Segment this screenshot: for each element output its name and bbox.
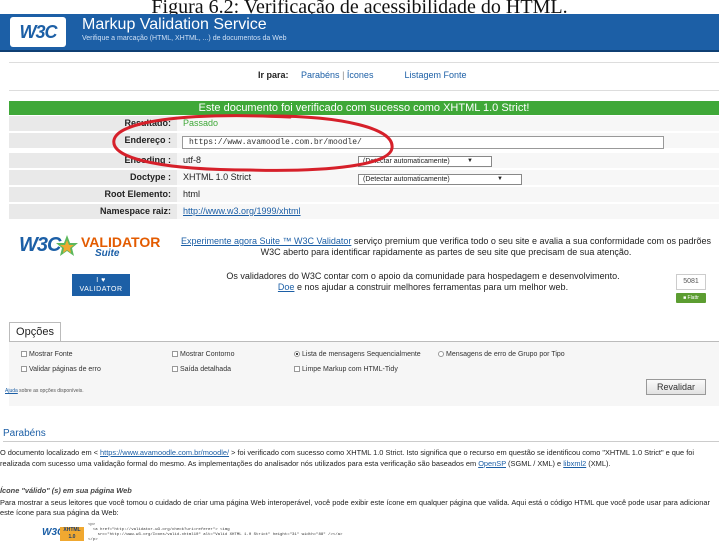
row-namespace: Namespace raiz: http://www.w3.org/1999/x… <box>9 204 719 220</box>
document-url-link[interactable]: https://www.avamoodle.com.br/moodle/ <box>100 448 229 457</box>
checkbox[interactable] <box>294 366 300 372</box>
libxml2-link[interactable]: libxml2 <box>563 459 586 468</box>
parabens-heading: Parabéns <box>3 428 46 439</box>
jump-nav: Ir para: Parabéns | Ícones Listagem Font… <box>258 70 467 80</box>
encoding-label: Encoding : <box>9 153 177 168</box>
resultado-label: Resultado: <box>9 116 177 131</box>
badge-code-snippet[interactable]: <p> <a href="http://validator.w3.org/che… <box>88 523 342 543</box>
jump-link-listagem-fonte[interactable]: Listagem Fonte <box>404 70 466 80</box>
page-title: Markup Validation Service <box>82 16 267 33</box>
suite-link[interactable]: Experimente agora Suite ™ W3C Validator <box>181 236 351 246</box>
i-love-validator-badge[interactable]: I ♥ VALIDATOR <box>72 274 130 296</box>
divider <box>3 441 719 442</box>
namespace-link[interactable]: http://www.w3.org/1999/xhtml <box>177 204 719 219</box>
suite-promo-text: Experimente agora Suite ™ W3C Validator … <box>180 236 712 257</box>
divider <box>9 90 719 91</box>
doctype-label: Doctype : <box>9 170 177 185</box>
radio-selected[interactable] <box>294 351 300 357</box>
divider <box>9 62 719 63</box>
valid-icon-heading: Ícone "válido" (s) em sua página Web <box>0 486 132 495</box>
options-panel: Mostrar Fonte Mostrar Contorno Lista de … <box>9 342 719 406</box>
address-field[interactable]: https://www.avamoodle.com.br/moodle/ <box>182 136 664 149</box>
donate-link[interactable]: Doe <box>278 282 295 292</box>
dropdown-arrow-icon: ▼ <box>497 176 503 182</box>
checkbox[interactable] <box>172 366 178 372</box>
option-mostrar-fonte[interactable]: Mostrar Fonte <box>21 351 73 358</box>
checkbox[interactable] <box>21 366 27 372</box>
option-saida-detalhada[interactable]: Saída detalhada <box>172 366 231 373</box>
suite-suite-text: Suite <box>95 248 120 259</box>
success-banner: Este documento foi verificado com sucess… <box>9 101 719 115</box>
encoding-select[interactable]: (Detectar automaticamente) ▼ <box>358 156 492 167</box>
namespace-label: Namespace raiz: <box>9 204 177 219</box>
jump-link-parabens[interactable]: Parabéns <box>301 70 340 80</box>
doctype-select[interactable]: (Detectar automaticamente) ▼ <box>358 174 522 185</box>
valid-xhtml-badge[interactable]: W3C XHTML 1.0 <box>42 527 84 541</box>
option-validar-paginas-erro[interactable]: Validar páginas de erro <box>21 366 101 373</box>
jump-link-icones[interactable]: Ícones <box>347 70 374 80</box>
option-grupo-tipo[interactable]: Mensagens de erro de Grupo por Tipo <box>438 351 565 358</box>
root-element-value: html <box>177 187 719 202</box>
page-header: W3C Markup Validation Service Verifique … <box>0 14 719 52</box>
donate-text: Os validadores do W3C contar com o apoio… <box>226 271 620 292</box>
options-heading[interactable]: Opções <box>9 322 61 342</box>
checkbox[interactable] <box>21 351 27 357</box>
options-help: Ajuda sobre as opções disponíveis. <box>5 388 84 394</box>
checkbox[interactable] <box>172 351 178 357</box>
option-mostrar-contorno[interactable]: Mostrar Contorno <box>172 351 234 358</box>
flattr-button[interactable]: ■ Flattr <box>676 293 706 303</box>
endereco-label: Endereço : <box>9 133 177 148</box>
help-link[interactable]: Ajuda <box>5 388 18 394</box>
option-limpe-markup[interactable]: Limpe Markup com HTML-Tidy <box>294 366 398 373</box>
page-subtitle: Verifique a marcação (HTML, XHTML, ...) … <box>82 35 287 42</box>
parabens-paragraph: O documento localizado em < https://www.… <box>0 448 694 468</box>
dropdown-arrow-icon: ▼ <box>467 158 473 164</box>
opensp-link[interactable]: OpenSP <box>478 459 506 468</box>
valid-icon-text: Para mostrar a seus leitores que você to… <box>0 498 710 517</box>
option-lista-sequencial[interactable]: Lista de mensagens Sequencialmente <box>294 351 421 358</box>
row-resultado: Resultado: Passado <box>9 116 719 132</box>
jump-nav-label: Ir para: <box>258 70 289 80</box>
suite-star-icon <box>56 235 78 256</box>
w3c-logo[interactable]: W3C <box>10 17 66 47</box>
revalidar-button[interactable]: Revalidar <box>646 379 706 395</box>
suite-validator-text: VALIDATOR <box>81 234 161 250</box>
resultado-value: Passado <box>177 116 719 131</box>
radio[interactable] <box>438 351 444 357</box>
root-element-label: Root Elemento: <box>9 187 177 202</box>
validator-suite-logo[interactable]: W3C VALIDATOR Suite <box>19 232 169 259</box>
flattr-count: 5081 <box>676 274 706 290</box>
row-root-element: Root Elemento: html <box>9 187 719 203</box>
